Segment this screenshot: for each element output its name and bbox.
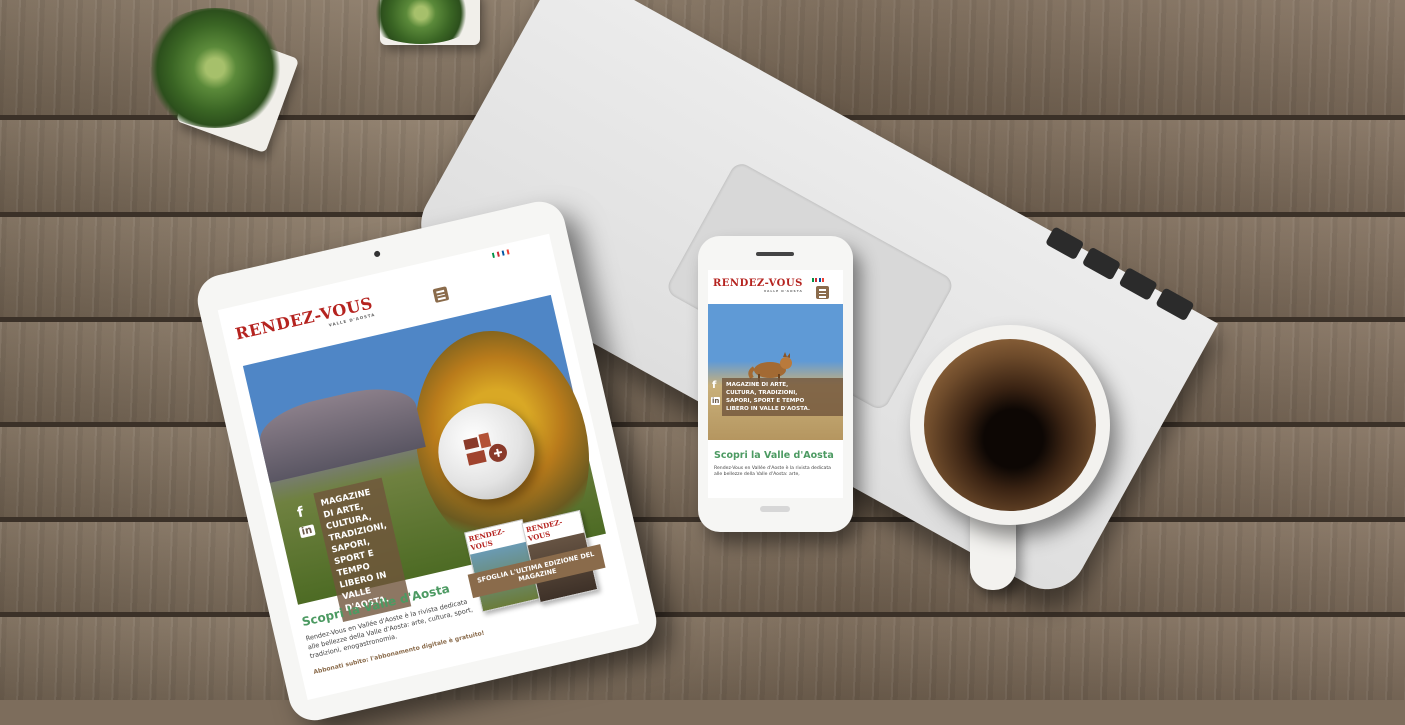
italian-flag-icon[interactable] <box>812 278 818 282</box>
mountains <box>254 378 426 483</box>
intro-section: Scopri la Valle d'Aosta Rendez-Vous en V… <box>714 450 836 478</box>
hamburger-menu-icon[interactable] <box>816 286 829 299</box>
phone-home-indicator <box>760 506 790 512</box>
coffee <box>924 339 1096 511</box>
hero-tagline: MAGAZINE DI ARTE, CULTURA, TRADIZIONI, SA… <box>722 378 843 416</box>
phone-device: RENDEZ-VOUS VALLE D'AOSTA MAGAZINE DI AR… <box>698 236 853 532</box>
tablet-screen: RENDEZ-VOUS VALLE D'AOSTA MAGAZINE DI AR… <box>217 233 639 700</box>
site-logo[interactable]: RENDEZ-VOUS VALLE D'AOSTA <box>713 278 803 293</box>
intro-text: Rendez-Vous en Vallée d'Aoste è la rivis… <box>714 466 831 477</box>
coffee-cup <box>910 325 1110 525</box>
french-flag-icon[interactable] <box>819 278 825 282</box>
italian-flag-icon[interactable] <box>491 251 500 258</box>
hero-image: MAGAZINE DI ARTE, CULTURA, TRADIZIONI, SA… <box>708 304 843 440</box>
tablet-camera <box>373 250 381 258</box>
phone-speaker <box>756 252 794 256</box>
phone-screen: RENDEZ-VOUS VALLE D'AOSTA MAGAZINE DI AR… <box>708 270 843 498</box>
french-flag-icon[interactable] <box>501 249 510 256</box>
magazine-logo-mark-icon <box>463 432 507 466</box>
facebook-icon[interactable]: f <box>296 504 306 521</box>
linkedin-icon[interactable]: in <box>298 524 316 539</box>
intro-title: Scopri la Valle d'Aosta <box>714 450 834 461</box>
linkedin-icon[interactable]: in <box>711 397 721 405</box>
facebook-icon[interactable]: f <box>712 380 716 391</box>
site-logo-subtitle: VALLE D'AOSTA <box>763 289 803 293</box>
hamburger-menu-icon[interactable] <box>432 286 450 303</box>
language-switcher[interactable] <box>491 249 510 258</box>
site-logo-text: RENDEZ-VOUS <box>713 278 803 289</box>
language-switcher[interactable] <box>812 278 825 282</box>
succulent-plant-left <box>140 8 290 128</box>
